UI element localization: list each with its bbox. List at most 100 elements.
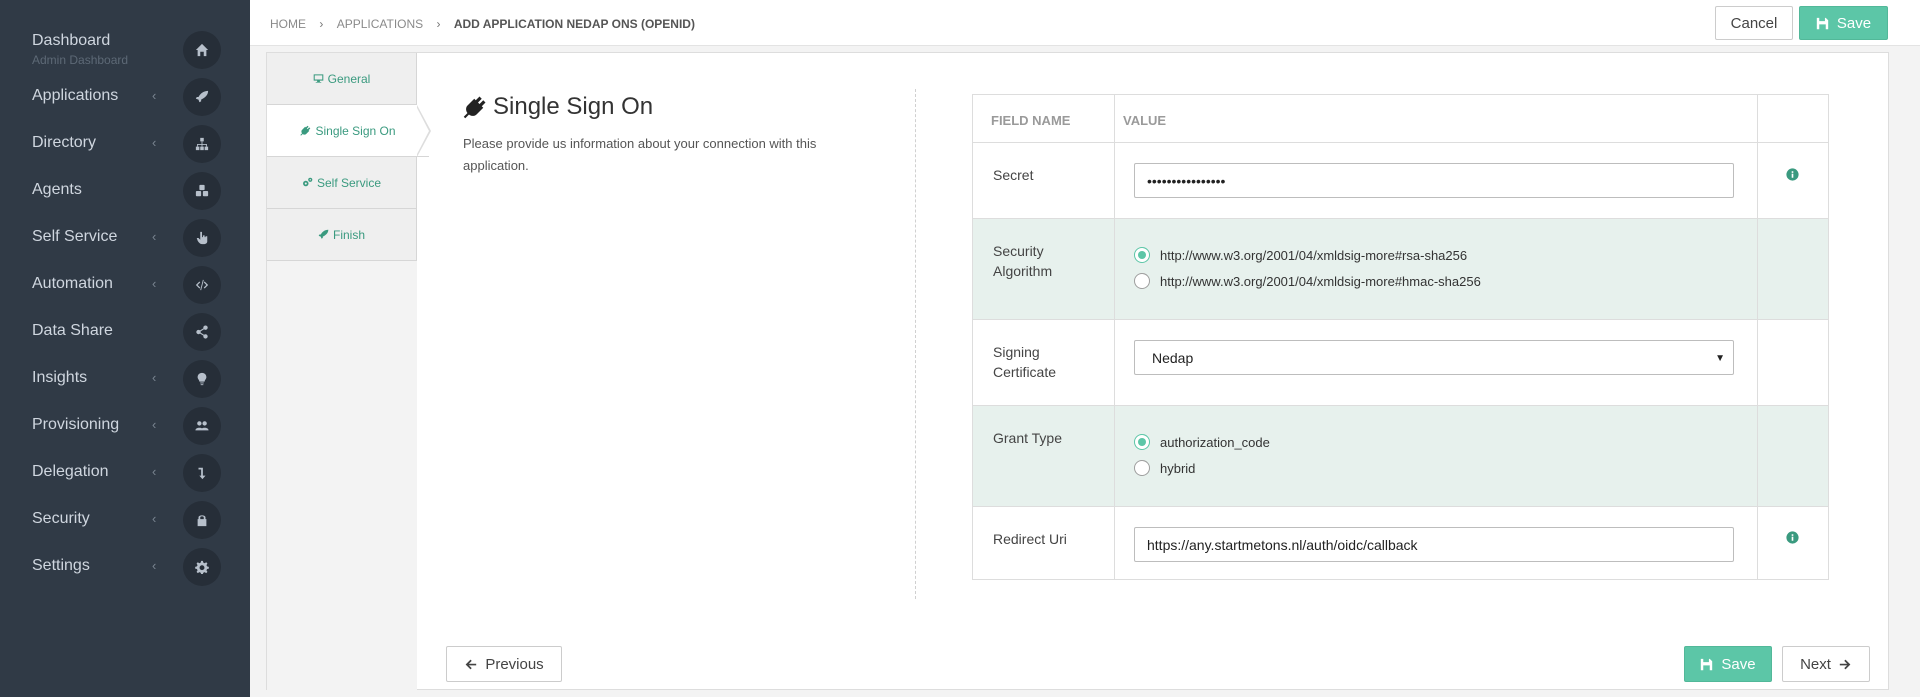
footer-save-button-label: Save (1721, 655, 1756, 673)
sidebar: Dashboard Admin Dashboard Applications ‹… (0, 0, 250, 697)
sidebar-item-label: Dashboard (32, 32, 111, 49)
hand-pointer-icon (183, 219, 221, 257)
floppy-disk-icon (1701, 658, 1713, 670)
sidebar-item-applications[interactable]: Applications ‹ (0, 73, 250, 120)
previous-button-label: Previous (485, 655, 544, 673)
sidebar-item-label: Insights (32, 369, 88, 386)
arrow-left-icon (465, 659, 477, 669)
chevron-left-icon: ‹ (152, 88, 157, 103)
grant-type-option-authorization-code[interactable]: authorization_code (1134, 434, 1270, 450)
sidebar-item-settings[interactable]: Settings ‹ (0, 543, 250, 590)
plug-icon (300, 125, 311, 136)
sidebar-item-security[interactable]: Security ‹ (0, 496, 250, 543)
tab-finish[interactable]: Finish (267, 209, 417, 261)
lightbulb-icon (183, 360, 221, 398)
sidebar-item-automation[interactable]: Automation ‹ (0, 261, 250, 308)
plug-icon (463, 96, 486, 119)
redirect-uri-input[interactable]: https://any.startmetons.nl/auth/oidc/cal… (1134, 527, 1734, 562)
lock-icon (183, 501, 221, 539)
save-button-label: Save (1836, 14, 1872, 32)
sidebar-item-label: Directory (32, 134, 97, 151)
column-header-value: VALUE (1123, 113, 1167, 128)
sidebar-item-insights[interactable]: Insights ‹ (0, 355, 250, 402)
radio-button[interactable] (1134, 460, 1150, 476)
sidebar-item-data-share[interactable]: Data Share (0, 308, 250, 355)
sidebar-item-delegation[interactable]: Delegation ‹ (0, 449, 250, 496)
security-algorithm-option-hmac[interactable]: http://www.w3.org/2001/04/xmldsig-more#h… (1134, 273, 1481, 289)
sidebar-item-dashboard[interactable]: Dashboard Admin Dashboard (0, 26, 250, 73)
radio-label: http://www.w3.org/2001/04/xmldsig-more#r… (1160, 247, 1468, 263)
breadcrumb-applications-link[interactable]: APPLICATIONS (337, 17, 423, 31)
grant-type-option-hybrid[interactable]: hybrid (1134, 460, 1195, 476)
info-icon[interactable] (1786, 531, 1799, 544)
sidebar-item-agents[interactable]: Agents (0, 167, 250, 214)
sidebar-item-provisioning[interactable]: Provisioning ‹ (0, 402, 250, 449)
breadcrumb: HOME › APPLICATIONS › ADD APPLICATION NE… (270, 17, 695, 31)
chevron-left-icon: ‹ (152, 511, 157, 526)
breadcrumb-separator: › (319, 17, 324, 31)
share-icon (183, 313, 221, 351)
breadcrumb-current: ADD APPLICATION NEDAP ONS (OPENID) (453, 17, 695, 31)
radio-button-selected[interactable] (1134, 434, 1150, 450)
next-button[interactable]: Next (1782, 646, 1870, 682)
sidebar-item-self-service[interactable]: Self Service ‹ (0, 214, 250, 261)
sidebar-item-label: Agents (32, 181, 82, 198)
dropdown-caret-icon: ▼ (1715, 353, 1725, 364)
radio-label: hybrid (1160, 460, 1196, 476)
chevron-left-icon: ‹ (152, 135, 157, 150)
divider (915, 89, 916, 599)
security-algorithm-option-rsa[interactable]: http://www.w3.org/2001/04/xmldsig-more#r… (1134, 247, 1467, 263)
save-button[interactable]: Save (1799, 6, 1888, 40)
sidebar-item-label: Applications (32, 87, 119, 104)
rocket-icon (318, 229, 329, 239)
cancel-button-label: Cancel (1730, 14, 1778, 32)
tab-single-sign-on[interactable]: Single Sign On (267, 105, 429, 157)
top-bar: HOME › APPLICATIONS › ADD APPLICATION NE… (250, 0, 1920, 46)
gear-icon (183, 548, 221, 586)
tab-label: Finish (332, 227, 365, 242)
info-icon[interactable] (1786, 168, 1799, 181)
radio-button-selected[interactable] (1134, 247, 1150, 263)
cancel-button[interactable]: Cancel (1715, 6, 1793, 40)
section-title-text: Single Sign On (493, 93, 654, 120)
secret-input[interactable]: •••••••••••••••• (1134, 163, 1734, 198)
table-row-redirect-uri: Redirect Uri https://any.startmetons.nl/… (973, 507, 1828, 579)
chevron-left-icon: ‹ (152, 464, 157, 479)
active-tab-arrow-fill (416, 106, 429, 156)
breadcrumb-separator: › (436, 17, 441, 31)
code-icon (183, 266, 221, 304)
table-row-signing-certificate: Signing Certificate Nedap ▼ (973, 320, 1828, 406)
table-row-secret: Secret •••••••••••••••• (973, 143, 1828, 219)
radio-button[interactable] (1134, 273, 1150, 289)
breadcrumb-home-link[interactable]: HOME (270, 17, 306, 31)
radio-label: authorization_code (1160, 434, 1270, 450)
column-header-field-name: FIELD NAME (991, 113, 1071, 128)
sidebar-item-directory[interactable]: Directory ‹ (0, 120, 250, 167)
column-divider (1757, 95, 1758, 579)
level-down-icon (183, 454, 221, 492)
wizard-tabs: General Single Sign On Self Service Fini… (267, 53, 429, 691)
sitemap-icon (183, 125, 221, 163)
field-label-redirect-uri: Redirect Uri (993, 531, 1067, 547)
table-header-row: FIELD NAME VALUE (973, 95, 1828, 143)
tab-label: Self Service (316, 175, 382, 190)
sidebar-item-label: Provisioning (32, 416, 120, 433)
chevron-left-icon: ‹ (152, 370, 157, 385)
desktop-icon (313, 74, 323, 83)
footer-save-button[interactable]: Save (1684, 646, 1772, 682)
tab-self-service[interactable]: Self Service (267, 157, 417, 209)
field-label-signing-certificate: Signing Certificate (993, 344, 1057, 380)
arrow-right-icon (1839, 659, 1851, 669)
tab-label: General (327, 71, 371, 86)
signing-certificate-select[interactable]: Nedap ▼ (1134, 340, 1734, 375)
previous-button[interactable]: Previous (446, 646, 562, 682)
tab-label: Single Sign On (315, 123, 396, 138)
tab-general[interactable]: General (267, 53, 417, 105)
sso-fields-table: FIELD NAME VALUE Secret ••••••••••••••••… (972, 94, 1829, 580)
field-label-grant-type: Grant Type (993, 430, 1063, 446)
sidebar-item-sublabel: Admin Dashboard (32, 53, 129, 67)
next-button-label: Next (1800, 655, 1831, 673)
cogs-icon (303, 177, 313, 187)
chevron-left-icon: ‹ (152, 417, 157, 432)
sidebar-item-label: Self Service (32, 228, 118, 245)
